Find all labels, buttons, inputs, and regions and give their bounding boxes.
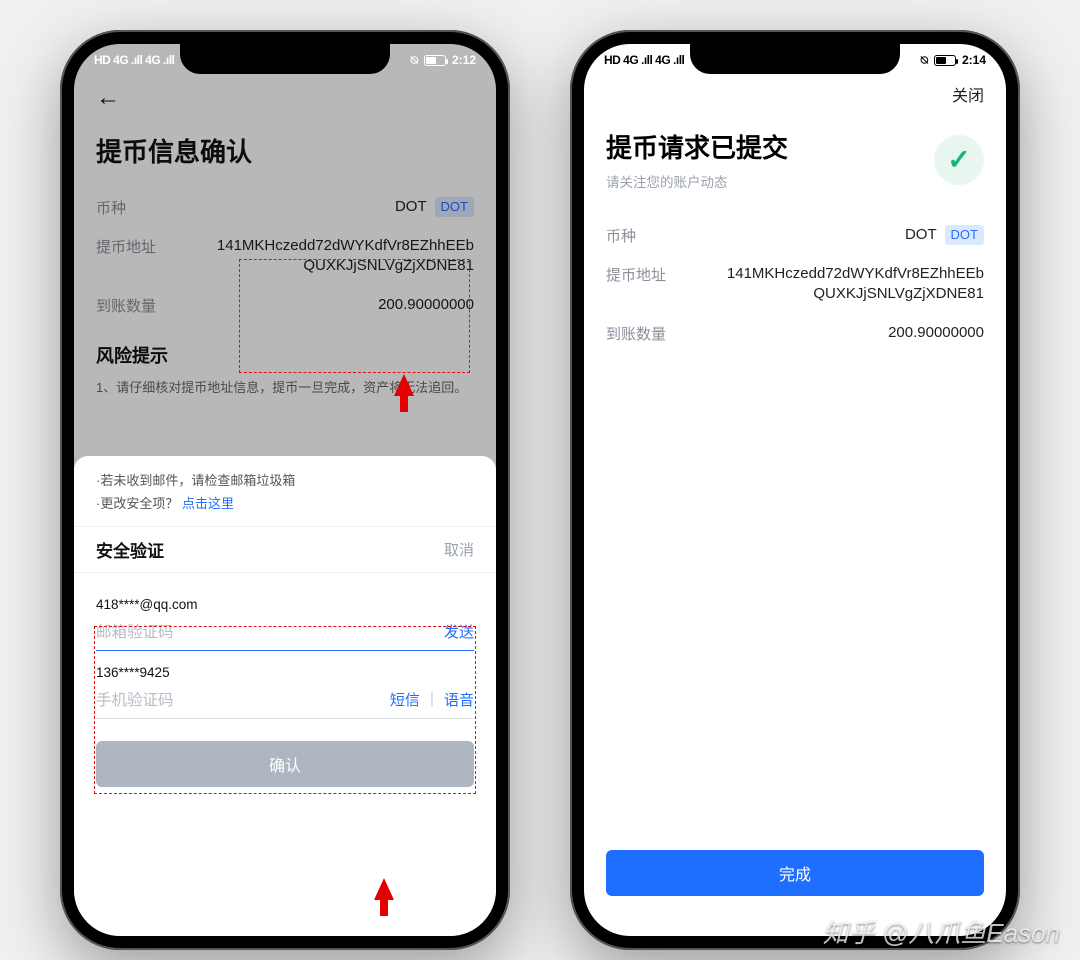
hint-change-security: ·更改安全项？	[96, 496, 178, 511]
phone-right: HD 4G .ıll 4G .ıll ⍉ 2:14 关闭 提币请求已提交 请关注…	[570, 30, 1020, 950]
row-coin: 币种 DOT DOT	[606, 225, 984, 246]
status-signal-icon: HD 4G .ıll 4G .ıll	[94, 53, 174, 67]
withdraw-submitted-page: 关闭 提币请求已提交 请关注您的账户动态 ✓ 币种 DOT DOT	[584, 76, 1006, 936]
battery-icon	[934, 55, 956, 66]
status-time: 2:12	[452, 53, 476, 67]
annotation-arrow-top	[394, 374, 414, 396]
success-check-icon: ✓	[934, 135, 984, 185]
confirm-button[interactable]: 确认	[96, 741, 474, 787]
change-security-link[interactable]: 点击这里	[182, 496, 234, 511]
row-amount: 到账数量 200.90000000	[606, 323, 984, 344]
coin-label: 币种	[606, 225, 636, 246]
coin-value: DOT DOT	[905, 225, 984, 246]
amount-label: 到账数量	[606, 323, 666, 344]
done-button[interactable]: 完成	[606, 850, 984, 896]
status-bar: HD 4G .ıll 4G .ıll ⍉ 2:12	[74, 44, 496, 76]
sheet-hints: ·若未收到邮件，请检查邮箱垃圾箱 ·更改安全项？ 点击这里	[74, 456, 496, 527]
status-time: 2:14	[962, 53, 986, 67]
amount-value: 200.90000000	[888, 323, 984, 344]
page-title: 提币请求已提交	[606, 128, 788, 165]
phone-left: ← 提币信息确认 币种 DOT DOT 提币地址 141MKHczedd72dW…	[60, 30, 510, 950]
page-subtitle: 请关注您的账户动态	[606, 171, 788, 191]
phone-code-input[interactable]: 手机验证码	[96, 688, 390, 710]
email-masked: 418****@qq.com	[96, 597, 474, 612]
phone-field-group: 136****9425 手机验证码 短信 | 语音	[96, 665, 474, 719]
address-value: 141MKHczedd72dWYKdfVr8EZhhEEbQUXKJjSNLVg…	[719, 264, 984, 305]
notch	[690, 44, 900, 74]
status-signal-icon: HD 4G .ıll 4G .ıll	[604, 53, 684, 67]
battery-icon	[424, 55, 446, 66]
hint-spam: ·若未收到邮件，请检查邮箱垃圾箱	[96, 470, 474, 489]
email-field-group: 418****@qq.com 邮箱验证码 发送	[96, 597, 474, 651]
email-code-input[interactable]: 邮箱验证码	[96, 620, 444, 642]
send-email-code-button[interactable]: 发送	[444, 621, 474, 642]
close-button[interactable]: 关闭	[952, 82, 984, 106]
row-address: 提币地址 141MKHczedd72dWYKdfVr8EZhhEEbQUXKJj…	[606, 264, 984, 305]
phone-masked: 136****9425	[96, 665, 474, 680]
annotation-arrow-bottom	[374, 878, 394, 900]
send-sms-button[interactable]: 短信	[390, 689, 420, 710]
sheet-title: 安全验证	[96, 537, 164, 562]
security-verify-sheet: ·若未收到邮件，请检查邮箱垃圾箱 ·更改安全项？ 点击这里 安全验证 取消 41…	[74, 456, 496, 936]
cancel-button[interactable]: 取消	[444, 539, 474, 560]
address-label: 提币地址	[606, 264, 666, 305]
alarm-off-icon: ⍉	[921, 53, 928, 68]
alarm-off-icon: ⍉	[411, 53, 418, 68]
coin-badge: DOT	[945, 225, 984, 245]
send-voice-button[interactable]: 语音	[444, 689, 474, 710]
